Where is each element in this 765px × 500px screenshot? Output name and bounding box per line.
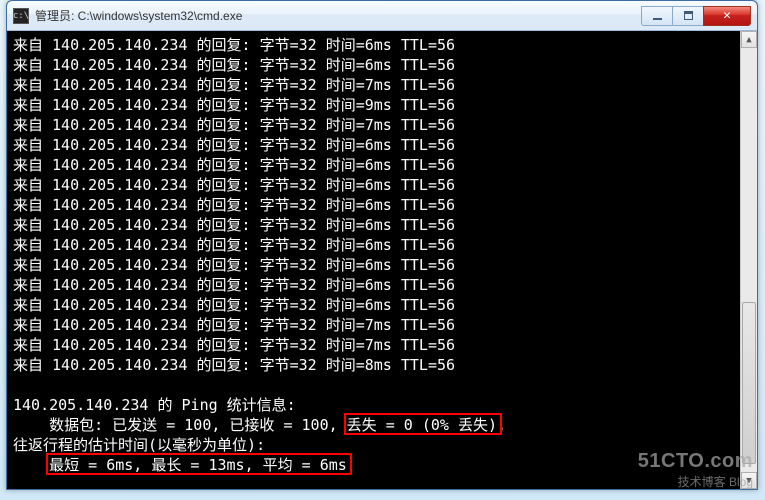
minimize-icon bbox=[653, 18, 662, 20]
scroll-thumb[interactable] bbox=[742, 302, 756, 463]
scrollbar[interactable]: ▲ ▼ bbox=[740, 31, 757, 489]
maximize-icon bbox=[684, 11, 693, 20]
scroll-track[interactable] bbox=[741, 48, 757, 472]
cmd-icon: c:\ bbox=[13, 8, 29, 24]
scroll-up-button[interactable]: ▲ bbox=[741, 31, 757, 48]
maximize-button[interactable] bbox=[672, 6, 704, 26]
cmd-window: c:\ 管理员: C:\windows\system32\cmd.exe ✕ 来… bbox=[6, 0, 758, 490]
window-controls: ✕ bbox=[642, 6, 751, 26]
minimize-button[interactable] bbox=[641, 6, 673, 26]
window-title: 管理员: C:\windows\system32\cmd.exe bbox=[35, 7, 642, 24]
terminal-output[interactable]: 来自 140.205.140.234 的回复: 字节=32 时间=6ms TTL… bbox=[7, 31, 757, 489]
close-button[interactable]: ✕ bbox=[703, 6, 751, 26]
close-icon: ✕ bbox=[723, 8, 731, 23]
scroll-down-button[interactable]: ▼ bbox=[741, 472, 757, 489]
titlebar[interactable]: c:\ 管理员: C:\windows\system32\cmd.exe ✕ bbox=[7, 1, 757, 31]
